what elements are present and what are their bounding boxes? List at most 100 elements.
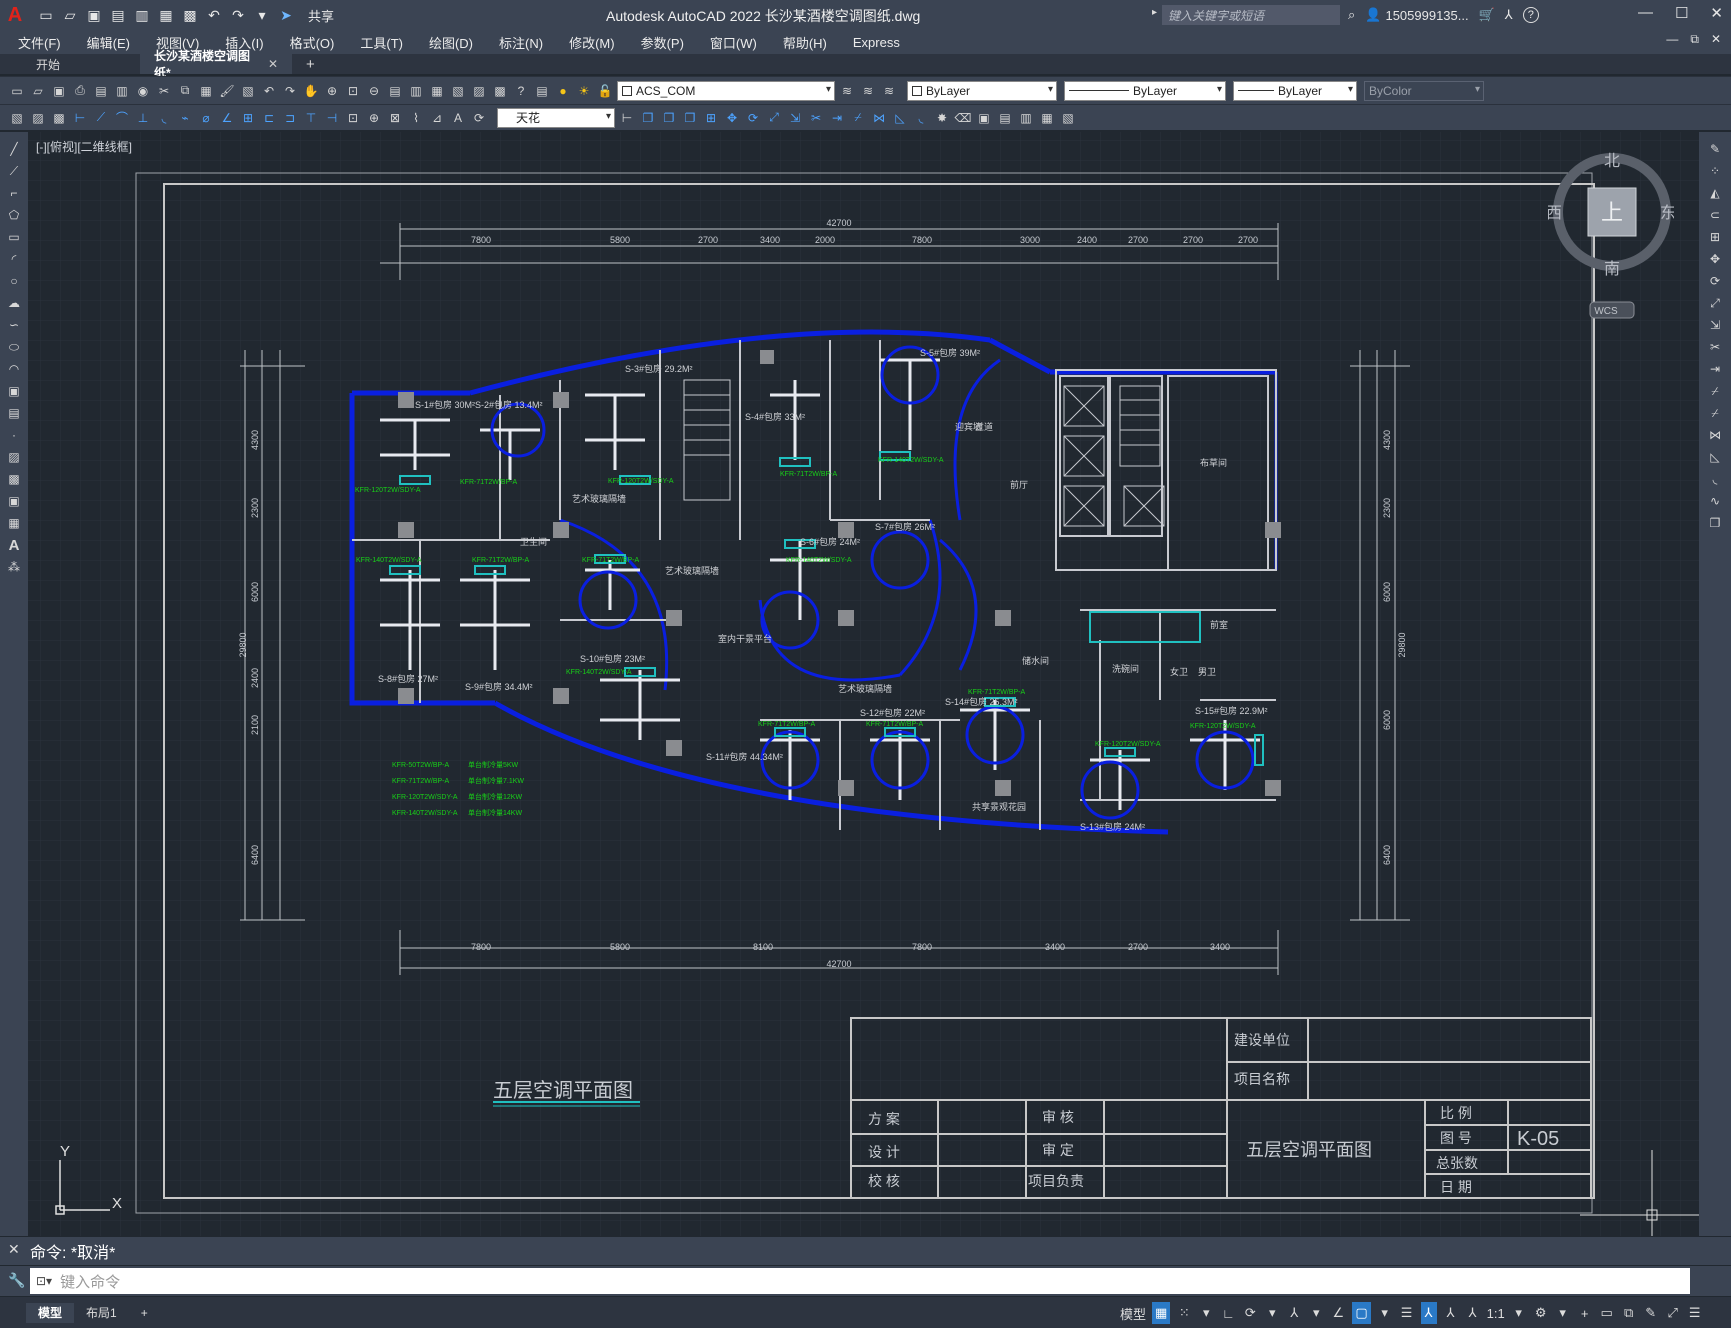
share-icon[interactable]: ➤	[276, 5, 296, 25]
zoom-realtime-icon[interactable]: ⊕	[323, 82, 341, 100]
paste-icon[interactable]: ▦	[197, 82, 215, 100]
draw-order-icon[interactable]: ▧	[8, 109, 26, 127]
array-right-icon[interactable]: ⊞	[1706, 228, 1724, 246]
construction-line-icon[interactable]: ⟋	[5, 162, 23, 180]
continue-dim-icon[interactable]: ⊐	[281, 109, 299, 127]
dim-text-edit-icon[interactable]: A	[449, 109, 467, 127]
tab-close-icon[interactable]: ✕	[268, 57, 278, 71]
units-icon[interactable]: ▭	[1599, 1302, 1615, 1324]
break-icon[interactable]: ⌿	[849, 109, 867, 127]
menu-parametric[interactable]: 参数(P)	[641, 33, 684, 52]
insert-block-left-icon[interactable]: ▣	[5, 382, 23, 400]
attach-icon[interactable]: ▥	[1017, 109, 1035, 127]
pan-icon[interactable]: ✋	[302, 82, 320, 100]
isodraft-dropdown-icon[interactable]: ▾	[1308, 1302, 1324, 1324]
fillet-right-icon[interactable]: ◟	[1706, 470, 1724, 488]
rotate-right-icon[interactable]: ⟳	[1706, 272, 1724, 290]
make-block-left-icon[interactable]: ▤	[5, 404, 23, 422]
dim-update-icon[interactable]: ⟳	[470, 109, 488, 127]
baseline-dim-icon[interactable]: ⊏	[260, 109, 278, 127]
save-to-web-icon[interactable]: ▦	[156, 5, 176, 25]
print-icon[interactable]: ⎙	[71, 82, 89, 100]
osnap-dropdown-icon[interactable]: ▾	[1377, 1302, 1393, 1324]
linear-dim-icon[interactable]: ⊢	[71, 109, 89, 127]
zoom-window-icon[interactable]: ⊡	[344, 82, 362, 100]
plotstyle-dropdown[interactable]: ByColor ▾	[1364, 80, 1484, 101]
layer-props-icon[interactable]: ▤	[533, 82, 551, 100]
maximize-icon[interactable]: ☐	[1675, 4, 1688, 22]
command-input[interactable]: ⊡▾ 键入命令	[30, 1268, 1690, 1294]
rectangle-icon[interactable]: ▭	[5, 228, 23, 246]
move-right-icon[interactable]: ✥	[1706, 250, 1724, 268]
snap-dropdown-icon[interactable]: ▾	[1198, 1302, 1214, 1324]
blend-icon[interactable]: ∿	[1706, 492, 1724, 510]
markup-icon[interactable]: ▨	[470, 82, 488, 100]
tab-add-button[interactable]: +	[292, 54, 329, 74]
search-icon[interactable]: ⌕	[1348, 7, 1355, 23]
layer-thaw-icon[interactable]: ☀	[575, 82, 593, 100]
break-point-icon[interactable]: ⌿	[1706, 382, 1724, 400]
minimize-icon[interactable]: —	[1638, 4, 1653, 22]
quick-dim-icon[interactable]: ⊞	[239, 109, 257, 127]
zoom-previous-icon[interactable]: ⊖	[365, 82, 383, 100]
isolate-objects-icon[interactable]: ✎	[1643, 1302, 1659, 1324]
redo-icon[interactable]: ↷	[228, 5, 248, 25]
dim-space-icon[interactable]: ⊤	[302, 109, 320, 127]
qsave-icon[interactable]: ▣	[50, 82, 68, 100]
join-icon[interactable]: ⋈	[870, 109, 888, 127]
snap-icon[interactable]: ⁙	[1176, 1302, 1192, 1324]
linetype-dropdown[interactable]: ByLayer ▾	[1064, 80, 1226, 101]
ellipse-arc-icon[interactable]: ◠	[5, 360, 23, 378]
gradient-icon[interactable]: ▩	[5, 470, 23, 488]
color-dropdown[interactable]: ByLayer ▾	[907, 80, 1057, 101]
3d-dwf-icon[interactable]: ◉	[134, 82, 152, 100]
preview-icon[interactable]: ▤	[92, 82, 110, 100]
ordinate-dim-icon[interactable]: ⊥	[134, 109, 152, 127]
jogged-linear-icon[interactable]: ⌇	[407, 109, 425, 127]
join-right-icon[interactable]: ⋈	[1706, 426, 1724, 444]
chamfer-right-icon[interactable]: ◺	[1706, 448, 1724, 466]
quick-properties-icon[interactable]: ⧉	[1621, 1302, 1637, 1324]
chamfer-icon[interactable]: ◺	[891, 109, 909, 127]
insert-block-icon[interactable]: ▣	[975, 109, 993, 127]
undo-icon[interactable]: ↶	[204, 5, 224, 25]
scale-right-icon[interactable]: ⤢	[1706, 294, 1724, 312]
annotation-monitor-icon[interactable]: +	[1577, 1302, 1593, 1324]
doc-restore-icon[interactable]: ⧉	[1690, 32, 1699, 47]
block-editor-icon[interactable]: ▧	[239, 82, 257, 100]
move-icon[interactable]: ✥	[723, 109, 741, 127]
doc-minimize-icon[interactable]: —	[1666, 32, 1678, 47]
cut-icon[interactable]: ✂	[155, 82, 173, 100]
menu-format[interactable]: 格式(O)	[290, 33, 335, 52]
customize-icon[interactable]: 🔧	[8, 1272, 25, 1289]
polar-dropdown-icon[interactable]: ▾	[1264, 1302, 1280, 1324]
scale-icon[interactable]: ⤢	[765, 109, 783, 127]
properties-icon[interactable]: ▤	[386, 82, 404, 100]
layer-state-icon[interactable]: ≋	[880, 82, 898, 100]
help-icon[interactable]: ?	[1522, 7, 1539, 23]
group-icon[interactable]: ▨	[29, 109, 47, 127]
customization-icon[interactable]: ☰	[1687, 1302, 1703, 1324]
annotation-visibility-icon[interactable]: ⅄	[1420, 1302, 1437, 1324]
doc-close-icon[interactable]: ✕	[1711, 32, 1721, 47]
calculator-icon[interactable]: ▩	[491, 82, 509, 100]
break-right-icon[interactable]: ⌿	[1706, 404, 1724, 422]
inspect-icon[interactable]: ⊠	[386, 109, 404, 127]
compass-north[interactable]: 北	[1604, 152, 1620, 170]
menu-help[interactable]: 帮助(H)	[783, 33, 827, 52]
autodesk-app-icon[interactable]: ⅄	[1505, 7, 1513, 23]
redo-tb-icon[interactable]: ↷	[281, 82, 299, 100]
save-icon[interactable]: ▣	[84, 5, 104, 25]
tab-drawing[interactable]: 长沙某酒楼空调图纸* ✕	[140, 49, 292, 80]
workspace-gear-icon[interactable]: ⚙	[1533, 1302, 1549, 1324]
xref-icon[interactable]: ▦	[1038, 109, 1056, 127]
rotate-icon[interactable]: ⟳	[744, 109, 762, 127]
tab-model[interactable]: 模型	[26, 1302, 75, 1323]
diameter-dim-icon[interactable]: ⌀	[197, 109, 215, 127]
user-name[interactable]: 1505999135...	[1385, 8, 1468, 23]
mirror-right-icon[interactable]: ◭	[1706, 184, 1724, 202]
grid-icon[interactable]: ▦	[1152, 1302, 1171, 1324]
explode-icon[interactable]: ✸	[933, 109, 951, 127]
publish-icon[interactable]: ▥	[113, 82, 131, 100]
menu-file[interactable]: 文件(F)	[18, 33, 61, 52]
